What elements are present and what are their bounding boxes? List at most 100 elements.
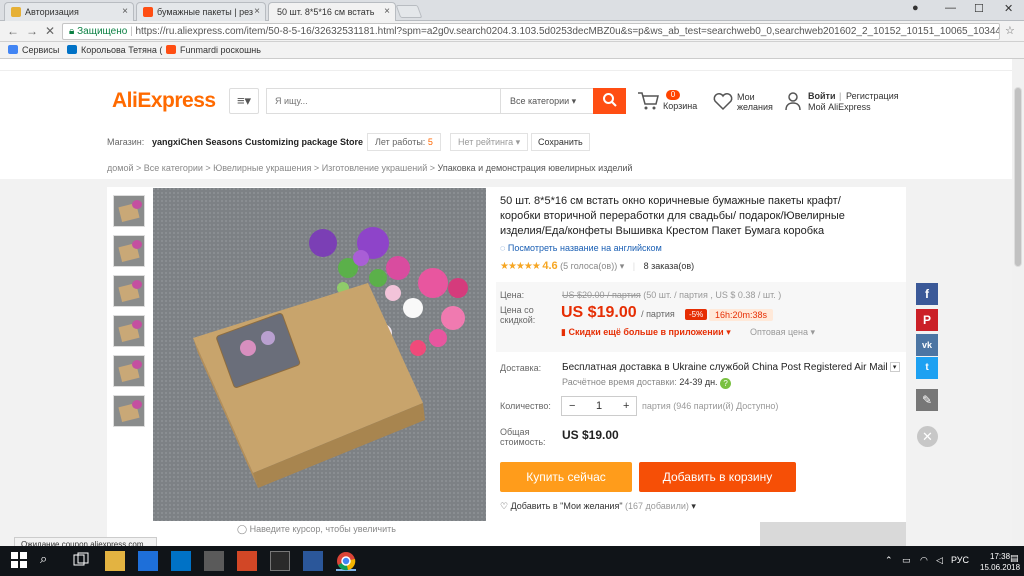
back-icon[interactable]: ← xyxy=(7,24,19,38)
delivery-time-label: Расчётное время доставки: xyxy=(562,377,677,387)
search-box: Все категории ▾ xyxy=(266,88,626,114)
chrome-icon[interactable] xyxy=(336,551,356,571)
close-icon[interactable]: × xyxy=(254,6,260,17)
save-store-button[interactable]: Сохранить xyxy=(531,133,590,151)
increase-button[interactable]: + xyxy=(623,400,629,412)
profile-icon[interactable]: ● xyxy=(912,2,919,14)
pinterest-share-icon[interactable]: P xyxy=(916,309,938,331)
bookmark-funmardi[interactable]: Funmardi роскошнь xyxy=(166,45,261,55)
vertical-scrollbar[interactable] xyxy=(1012,59,1024,546)
heart-icon: ♡ xyxy=(500,501,509,511)
store-name-link[interactable]: yangxiChen Seasons Customizing package S… xyxy=(152,137,363,147)
my-aliexpress-link[interactable]: Мой AliExpress xyxy=(808,102,871,112)
star-icon[interactable]: ☆ xyxy=(1005,24,1015,37)
quantity-stepper: − 1 + xyxy=(561,396,637,416)
store-years-label: Лет работы: xyxy=(375,137,426,147)
add-wishlist-link[interactable]: ♡ Добавить в "Мои желания" (167 добавили… xyxy=(500,501,696,512)
wishlist-label-2[interactable]: желания xyxy=(737,102,773,112)
product-thumbnail[interactable] xyxy=(113,355,145,387)
volume-icon[interactable]: ◁ xyxy=(936,555,943,566)
taskbar: ⌕ ⌃ ▭ ◠ ◁ РУС 17:38 15.06.2018 ▤ xyxy=(0,546,1024,576)
new-tab-button[interactable] xyxy=(395,5,423,18)
store-rating-badge[interactable]: Нет рейтинга ▾ xyxy=(450,133,529,151)
help-icon[interactable]: ? xyxy=(720,378,732,389)
stop-icon[interactable]: ✕ xyxy=(45,24,55,38)
search-category-label: Все категории xyxy=(510,96,570,106)
close-icon[interactable]: × xyxy=(384,6,390,17)
url-field[interactable]: 🔒︎ Защищено | https://ru.aliexpress.com/… xyxy=(62,23,1000,40)
buy-now-button[interactable]: Купить сейчас xyxy=(500,462,632,492)
tab-search-results[interactable]: бумажные пакеты | рез × xyxy=(136,2,266,21)
search-category-select[interactable]: Все категории ▾ xyxy=(500,89,592,113)
categories-menu-button[interactable]: ≡▾ xyxy=(229,88,259,114)
view-english-link[interactable]: ◌ Посмотреть название на английском xyxy=(500,243,662,253)
edit-icon[interactable]: ✎ xyxy=(916,389,938,411)
product-thumbnail[interactable] xyxy=(113,315,145,347)
tab-authorization[interactable]: Авторизация × xyxy=(4,2,134,21)
media-icon[interactable] xyxy=(270,551,290,571)
tab-bar: Авторизация × бумажные пакеты | рез × 50… xyxy=(0,0,1024,21)
app-icon[interactable] xyxy=(204,551,224,571)
store-icon[interactable] xyxy=(138,551,158,571)
top-strip xyxy=(0,59,1012,71)
maximize-button[interactable]: ☐ xyxy=(974,2,984,15)
product-thumbnail[interactable] xyxy=(113,235,145,267)
search-button[interactable] xyxy=(593,88,626,114)
file-explorer-icon[interactable] xyxy=(105,551,125,571)
account-link[interactable] xyxy=(784,91,802,113)
register-link[interactable]: Регистрация xyxy=(846,91,899,101)
chat-widget[interactable] xyxy=(760,522,906,546)
search-input[interactable] xyxy=(267,89,499,113)
wishlist-label-1[interactable]: Мои xyxy=(737,92,755,102)
breadcrumb-all-categories[interactable]: Все категории xyxy=(144,163,203,173)
quantity-input[interactable]: 1 xyxy=(596,400,602,412)
forward-icon[interactable]: → xyxy=(26,24,38,38)
language-indicator[interactable]: РУС xyxy=(951,555,969,565)
wifi-icon[interactable]: ◠ xyxy=(920,555,928,566)
cart-link[interactable] xyxy=(637,91,659,113)
shipping-select[interactable]: ▾ xyxy=(889,362,900,372)
minimize-button[interactable]: — xyxy=(945,2,956,14)
login-link[interactable]: Войти xyxy=(808,91,835,101)
product-thumbnail[interactable] xyxy=(113,195,145,227)
network-icon[interactable]: ▭ xyxy=(902,555,911,566)
original-price: US $20.00 / партия (50 шт. / партия , US… xyxy=(562,290,781,300)
product-main-image[interactable] xyxy=(153,188,486,521)
product-thumbnail[interactable] xyxy=(113,275,145,307)
cart-icon xyxy=(638,92,659,110)
outlook-icon[interactable] xyxy=(171,551,191,571)
facebook-share-icon[interactable]: f xyxy=(916,283,938,305)
decrease-button[interactable]: − xyxy=(569,400,575,412)
rating-votes[interactable]: (5 голоса(ов)) xyxy=(560,261,617,271)
discount-badge: -5% xyxy=(685,309,708,320)
scrollbar-thumb[interactable] xyxy=(1014,87,1022,267)
close-share-icon[interactable]: ✕ xyxy=(917,426,938,447)
aliexpress-logo[interactable]: AliExpress xyxy=(112,89,216,113)
word-icon[interactable] xyxy=(303,551,323,571)
powerpoint-icon[interactable] xyxy=(237,551,257,571)
twitter-share-icon[interactable]: t xyxy=(916,357,938,379)
add-to-cart-button[interactable]: Добавить в корзину xyxy=(639,462,796,492)
vk-share-icon[interactable]: vk xyxy=(916,334,938,356)
task-view-icon[interactable] xyxy=(72,551,92,571)
tray-chevron-icon[interactable]: ⌃ xyxy=(885,555,893,566)
bookmark-services[interactable]: Сервисы xyxy=(8,45,59,55)
bookmark-outlook[interactable]: Корольова Тетяна ( xyxy=(67,45,162,55)
countdown-timer: 16h:20m:38s xyxy=(709,309,774,321)
wishlist-link[interactable] xyxy=(712,91,734,113)
product-thumbnail[interactable] xyxy=(113,395,145,427)
search-icon[interactable]: ⌕ xyxy=(40,551,60,571)
app-discount-link[interactable]: ▮ Скидки ещё больше в приложении ▾ xyxy=(561,327,731,338)
windows-start-icon[interactable] xyxy=(10,551,30,571)
bulk-price-link[interactable]: Оптовая цена ▾ xyxy=(750,327,815,338)
breadcrumb-home[interactable]: домой xyxy=(107,163,133,173)
view-english-text: Посмотреть название на английском xyxy=(507,243,662,253)
breadcrumb-jewelry-making[interactable]: Изготовление украшений xyxy=(322,163,428,173)
close-icon[interactable]: × xyxy=(122,6,128,17)
breadcrumb-jewelry[interactable]: Ювелирные украшения xyxy=(213,163,311,173)
notifications-icon[interactable]: ▤ xyxy=(1010,553,1019,564)
cart-label[interactable]: Корзина xyxy=(663,101,697,111)
breadcrumb-current[interactable]: Упаковка и демонстрация ювелирных издели… xyxy=(438,163,633,173)
tab-product[interactable]: 50 шт. 8*5*16 см встать × xyxy=(268,2,396,21)
close-window-button[interactable]: ✕ xyxy=(1004,2,1013,15)
